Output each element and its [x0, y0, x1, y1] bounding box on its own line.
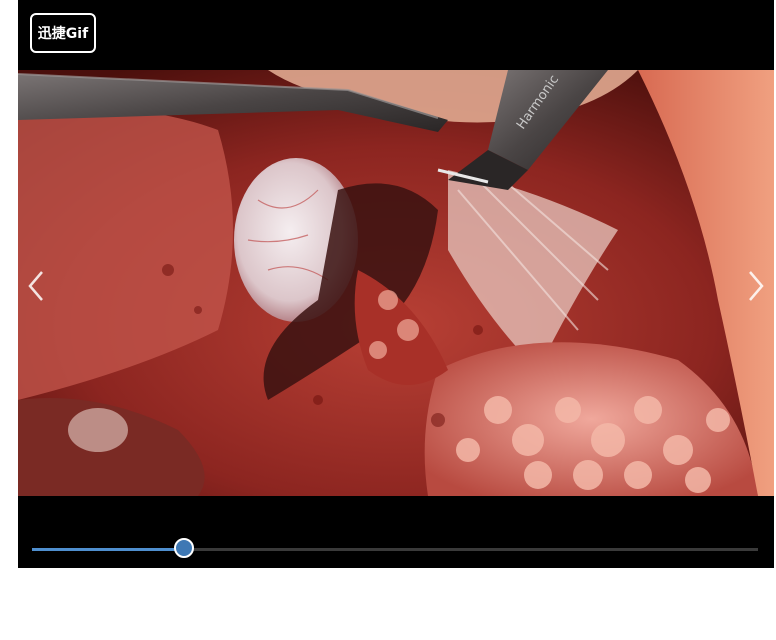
progress-thumb[interactable] — [174, 538, 194, 558]
playback-progress-slider[interactable] — [32, 538, 758, 562]
chevron-right-icon — [749, 271, 764, 301]
chevron-left-icon — [28, 271, 43, 301]
video-frame: Harmonic — [18, 70, 774, 496]
app-logo-text: 迅捷Gif — [37, 26, 89, 42]
next-frame-button[interactable] — [744, 268, 768, 304]
surgical-scene-image: Harmonic — [18, 70, 774, 496]
progress-played — [32, 548, 184, 551]
app-logo: 迅捷Gif — [30, 13, 96, 53]
gif-player: 迅捷Gif Harmonic — [18, 0, 774, 568]
previous-frame-button[interactable] — [24, 268, 48, 304]
